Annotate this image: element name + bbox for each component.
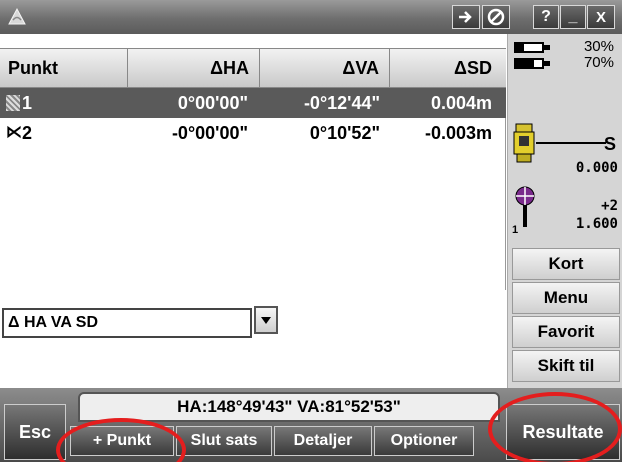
view-select[interactable]: Δ HA VA SD: [2, 308, 252, 338]
detaljer-button[interactable]: Detaljer: [274, 426, 372, 456]
table-row[interactable]: 1 0°00'00" -0°12'44" 0.004m: [0, 88, 506, 118]
table-row[interactable]: ⋉ 2 -0°00'00" 0°10'52" -0.003m: [0, 118, 506, 148]
power-button[interactable]: [482, 5, 510, 29]
battery-2-icon: [514, 58, 544, 69]
annotation-oval-resultater: [488, 392, 622, 462]
title-bar: ? _ X: [0, 0, 622, 34]
battery-2-fill: [516, 60, 535, 67]
dropdown-arrow-button[interactable]: [254, 306, 278, 334]
cell-punkt: 1: [22, 93, 33, 113]
observation-table: Punkt ΔHA ΔVA ΔSD 1 0°00'00" -0°12'44" 0…: [0, 48, 506, 290]
face-marker-icon: ⋉: [6, 124, 22, 141]
cell-punkt: 2: [22, 123, 33, 143]
chevron-down-icon: [261, 317, 271, 324]
battery-2-cap: [544, 61, 550, 66]
battery-1-cap: [544, 45, 550, 50]
cell-dha: 0°00'00": [177, 93, 248, 113]
transfer-icon: [459, 11, 472, 23]
cell-dsd: -0.003m: [424, 123, 492, 143]
cell-dva: 0°10'52": [309, 123, 380, 143]
slut-sats-button[interactable]: Slut sats: [176, 426, 272, 456]
target-height: 1.600: [575, 216, 618, 232]
target-offset: +2: [601, 198, 618, 214]
target-number: 1: [512, 224, 519, 236]
column-header-dsd[interactable]: ΔSD: [390, 49, 506, 87]
optioner-button[interactable]: Optioner: [374, 426, 474, 456]
column-header-dha[interactable]: ΔHA: [128, 49, 260, 87]
column-header-dva[interactable]: ΔVA: [260, 49, 390, 87]
battery-1-fill: [516, 44, 524, 51]
battery-2-percent: 70%: [583, 54, 614, 71]
instrument-value: 0.000: [575, 160, 618, 176]
battery-1-icon: [514, 42, 544, 53]
close-button[interactable]: X: [587, 5, 615, 29]
menu-button[interactable]: Menu: [512, 282, 620, 314]
cell-dha: -0°00'00": [171, 123, 248, 143]
instrument-face: S: [604, 134, 617, 154]
cell-dsd: 0.004m: [430, 93, 492, 113]
angle-status-line: HA:148°49'43" VA:81°52'53": [78, 392, 500, 422]
instrument-line: [536, 142, 606, 144]
help-button[interactable]: ?: [533, 5, 559, 29]
table-header: Punkt ΔHA ΔVA ΔSD: [0, 48, 506, 88]
transfer-button[interactable]: [452, 5, 480, 29]
column-header-punkt[interactable]: Punkt: [0, 49, 128, 87]
kort-button[interactable]: Kort: [512, 248, 620, 280]
power-icon: [487, 8, 505, 26]
status-panel: 30% 70% S 0.000 1 +2 1.600 Kort Menu Fav…: [507, 34, 622, 388]
battery-1-percent: 30%: [583, 38, 614, 55]
favorit-button[interactable]: Favorit: [512, 316, 620, 348]
instrument-icon[interactable]: [512, 122, 536, 166]
row-selected-icon: [6, 95, 20, 111]
skift-til-button[interactable]: Skift til: [512, 350, 620, 382]
cell-dva: -0°12'44": [303, 93, 380, 113]
minimize-button[interactable]: _: [560, 5, 586, 29]
app-logo-icon: [8, 7, 26, 25]
